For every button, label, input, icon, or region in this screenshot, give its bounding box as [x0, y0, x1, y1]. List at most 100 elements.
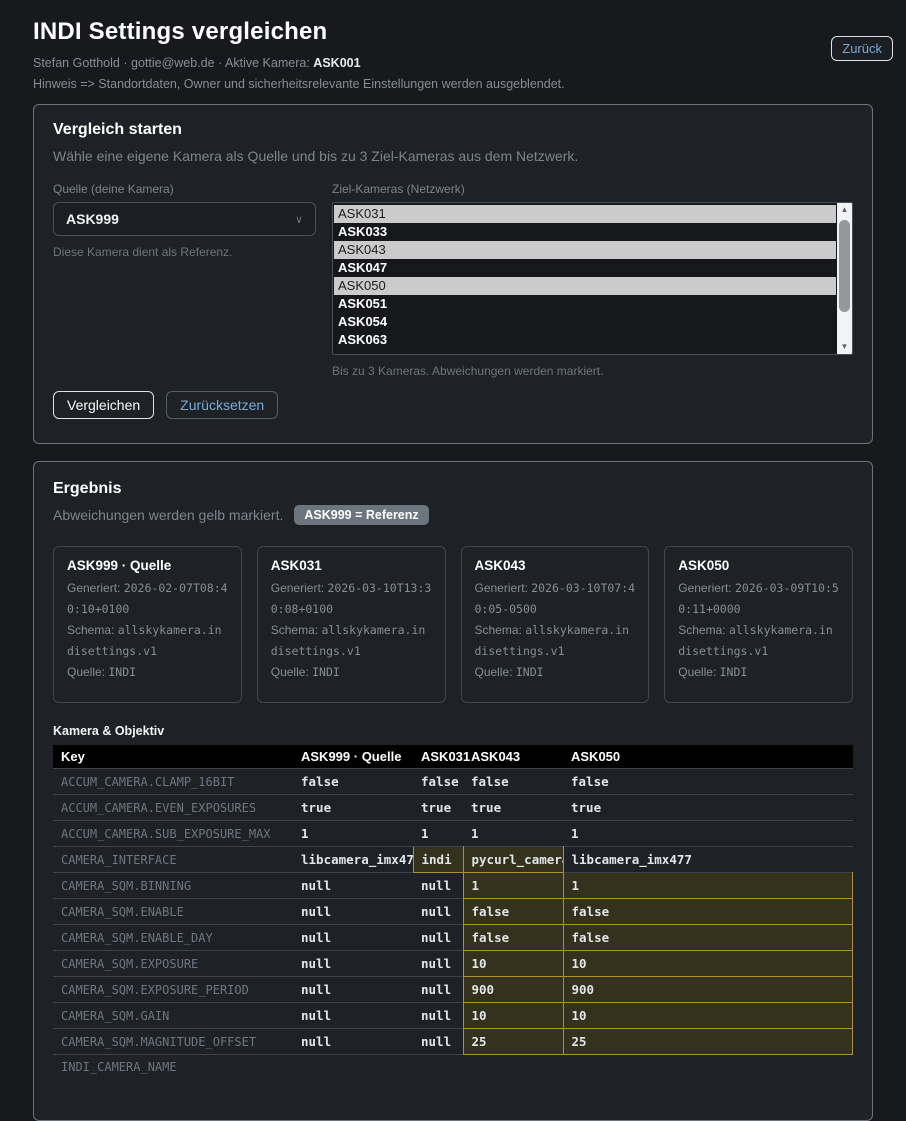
- setting-value: libcamera_imx477: [563, 847, 853, 873]
- scrollbar-thumb[interactable]: [839, 220, 850, 312]
- setting-value: false: [293, 769, 413, 795]
- source-value: INDI: [108, 665, 136, 679]
- table-row: CAMERA_SQM.ENABLEnullnullfalsefalse: [53, 899, 853, 925]
- setting-value: null: [293, 1029, 413, 1055]
- setting-value: null: [413, 899, 463, 925]
- reference-badge: ASK999 = Referenz: [294, 505, 428, 525]
- setting-key: ACCUM_CAMERA.CLAMP_16BIT: [53, 769, 293, 795]
- column-header-ask031: ASK031: [413, 745, 463, 769]
- setting-value: 900: [563, 977, 853, 1003]
- setting-value: indi: [413, 847, 463, 873]
- owner-email: gottie@web.de: [131, 56, 215, 70]
- privacy-hint: Hinweis => Standortdaten, Owner und sich…: [33, 77, 873, 91]
- summary-card-title: ASK031: [271, 558, 432, 573]
- compare-card: Vergleich starten Wähle eine eigene Kame…: [33, 104, 873, 444]
- source-value: INDI: [516, 665, 544, 679]
- summary-card: ASK999 · Quelle Generiert: 2026-02-07T08…: [53, 546, 242, 703]
- separator: ·: [218, 56, 222, 70]
- setting-value: 1: [563, 821, 853, 847]
- result-note: Abweichungen werden gelb markiert.: [53, 507, 283, 523]
- setting-value: true: [563, 795, 853, 821]
- setting-value: [413, 1055, 463, 1080]
- setting-value: libcamera_imx477: [293, 847, 413, 873]
- compare-card-description: Wähle eine eigene Kamera als Quelle und …: [53, 146, 853, 166]
- column-header-ask050: ASK050: [563, 745, 853, 769]
- back-button[interactable]: Zurück: [831, 36, 893, 61]
- compare-button[interactable]: Vergleichen: [53, 391, 154, 419]
- setting-key: CAMERA_INTERFACE: [53, 847, 293, 873]
- setting-key: INDI_CAMERA_NAME: [53, 1055, 293, 1080]
- list-scrollbar[interactable]: ▲ ▼: [837, 203, 852, 354]
- summary-card-title: ASK999 · Quelle: [67, 558, 228, 573]
- setting-key: CAMERA_SQM.EXPOSURE_PERIOD: [53, 977, 293, 1003]
- setting-value: null: [293, 951, 413, 977]
- summary-card: ASK043 Generiert: 2026-03-10T07:40:05-05…: [461, 546, 650, 703]
- table-row: CAMERA_INTERFACElibcamera_imx477indipycu…: [53, 847, 853, 873]
- summary-card: ASK050 Generiert: 2026-03-09T10:50:11+00…: [664, 546, 853, 703]
- target-camera-option[interactable]: ASK031: [334, 205, 836, 223]
- setting-value: 1: [293, 821, 413, 847]
- user-info: Stefan Gotthold · gottie@web.de · Aktive…: [33, 56, 873, 70]
- setting-value: null: [413, 951, 463, 977]
- active-camera-value: ASK001: [313, 56, 360, 70]
- setting-value: null: [293, 873, 413, 899]
- generated-label: Generiert:: [678, 581, 735, 595]
- table-row: CAMERA_SQM.ENABLE_DAYnullnullfalsefalse: [53, 925, 853, 951]
- setting-value: 25: [563, 1029, 853, 1055]
- setting-value: 1: [463, 821, 563, 847]
- result-card-title: Ergebnis: [53, 480, 853, 498]
- setting-value: false: [463, 925, 563, 951]
- setting-value: false: [563, 899, 853, 925]
- summary-card-title: ASK043: [475, 558, 636, 573]
- setting-value: null: [413, 873, 463, 899]
- source-camera-value: ASK999: [66, 211, 119, 227]
- table-header-row: Key ASK999 · Quelle ASK031 ASK043 ASK050: [53, 745, 853, 769]
- column-header-source: ASK999 · Quelle: [293, 745, 413, 769]
- setting-value: pycurl_camera: [463, 847, 563, 873]
- setting-value: 900: [463, 977, 563, 1003]
- target-camera-option[interactable]: ASK033: [334, 223, 836, 241]
- reset-button[interactable]: Zurücksetzen: [166, 391, 278, 419]
- target-camera-option[interactable]: ASK054: [334, 313, 836, 331]
- generated-label: Generiert:: [475, 581, 532, 595]
- source-camera-select[interactable]: ASK999 ∨: [53, 202, 316, 236]
- setting-value: 1: [563, 873, 853, 899]
- setting-key: CAMERA_SQM.MAGNITUDE_OFFSET: [53, 1029, 293, 1055]
- setting-value: false: [413, 769, 463, 795]
- separator: ·: [123, 56, 127, 70]
- target-camera-option[interactable]: ASK050: [334, 277, 836, 295]
- setting-key: CAMERA_SQM.BINNING: [53, 873, 293, 899]
- page-title: INDI Settings vergleichen: [33, 18, 873, 46]
- summary-card: ASK031 Generiert: 2026-03-10T13:30:08+01…: [257, 546, 446, 703]
- setting-value: [563, 1055, 853, 1080]
- target-camera-option[interactable]: ASK051: [334, 295, 836, 313]
- setting-value: [463, 1055, 563, 1080]
- target-camera-list[interactable]: ASK031ASK033ASK043ASK047ASK050ASK051ASK0…: [332, 202, 853, 355]
- setting-value: null: [293, 1003, 413, 1029]
- compare-card-title: Vergleich starten: [53, 121, 853, 139]
- scroll-up-icon[interactable]: ▲: [837, 203, 852, 217]
- result-card: Ergebnis Abweichungen werden gelb markie…: [33, 461, 873, 1121]
- source-value: INDI: [720, 665, 748, 679]
- scroll-down-icon[interactable]: ▼: [837, 340, 852, 354]
- setting-value: true: [413, 795, 463, 821]
- setting-key: ACCUM_CAMERA.EVEN_EXPOSURES: [53, 795, 293, 821]
- setting-value: 10: [563, 951, 853, 977]
- source-help-text: Diese Kamera dient als Referenz.: [53, 245, 316, 259]
- summary-card-body: Generiert: 2026-02-07T08:40:10+0100 Sche…: [67, 578, 228, 683]
- action-buttons: Vergleichen Zurücksetzen: [53, 391, 853, 419]
- schema-label: Schema:: [67, 623, 118, 637]
- target-camera-option[interactable]: ASK063: [334, 331, 836, 349]
- target-camera-option[interactable]: ASK043: [334, 241, 836, 259]
- generated-label: Generiert:: [271, 581, 328, 595]
- schema-label: Schema:: [475, 623, 526, 637]
- setting-value: 10: [463, 951, 563, 977]
- column-header-ask043: ASK043: [463, 745, 563, 769]
- result-note-row: Abweichungen werden gelb markiert. ASK99…: [53, 505, 853, 525]
- setting-value: null: [413, 1003, 463, 1029]
- source-select-label: Quelle (deine Kamera): [53, 182, 316, 196]
- target-camera-option[interactable]: ASK047: [334, 259, 836, 277]
- setting-key: CAMERA_SQM.ENABLE: [53, 899, 293, 925]
- setting-value: null: [413, 977, 463, 1003]
- table-row: CAMERA_SQM.GAINnullnull1010: [53, 1003, 853, 1029]
